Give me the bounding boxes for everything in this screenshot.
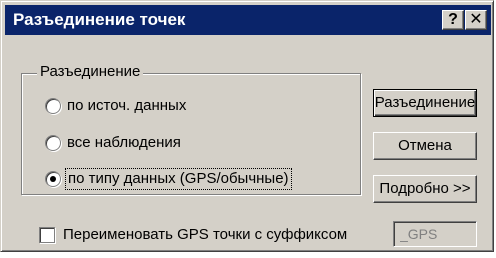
- details-button[interactable]: Подробно >>: [373, 175, 477, 203]
- split-mode-group-label: Разъединение: [37, 63, 144, 81]
- help-button[interactable]: ?: [442, 10, 464, 30]
- dialog-title: Разъединение точек: [13, 10, 186, 29]
- cancel-button[interactable]: Отмена: [373, 132, 477, 160]
- radio-button[interactable]: [45, 98, 61, 114]
- rename-gps-label: Переименовать GPS точки с суффиксом: [63, 226, 348, 243]
- split-points-dialog: Разъединение точек ? ✕ Разъединение по и…: [0, 0, 494, 252]
- radio-label: по типу данных (GPS/обычные): [65, 168, 292, 190]
- radio-button-selected[interactable]: [45, 171, 61, 187]
- title-bar[interactable]: Разъединение точек ? ✕: [5, 5, 491, 35]
- suffix-input[interactable]: [393, 221, 477, 247]
- radio-button[interactable]: [45, 135, 61, 151]
- rename-gps-checkbox[interactable]: [39, 227, 55, 243]
- radio-label: по источ. данных: [67, 97, 187, 114]
- question-mark-icon: ?: [448, 11, 458, 28]
- close-button[interactable]: ✕: [465, 10, 487, 30]
- split-button[interactable]: Разъединение: [373, 89, 477, 117]
- close-icon: ✕: [469, 11, 483, 28]
- radio-label: все наблюдения: [67, 134, 181, 151]
